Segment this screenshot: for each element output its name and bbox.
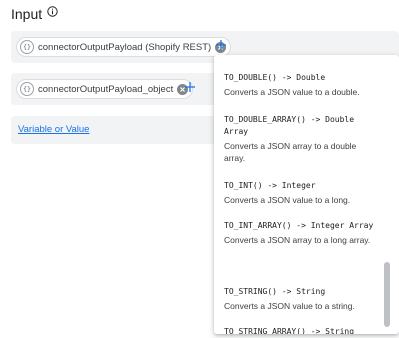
input-header: Input (11, 4, 58, 24)
input-panel: Input {} connectorOutputPayload (Shopify… (0, 0, 399, 338)
function-option-to-int[interactable]: TO_INT() -> Integer Converts a JSON valu… (224, 180, 374, 206)
variable-chip[interactable]: {} connectorOutputPayload_object (16, 79, 194, 99)
chip-label: connectorOutputPayload_object (38, 83, 174, 95)
function-dropdown[interactable]: TO_DOUBLE() -> Double Converts a JSON va… (214, 55, 399, 334)
variable-chip[interactable]: {} connectorOutputPayload (Shopify REST) (16, 37, 232, 57)
function-description: Converts a JSON array to a double array. (224, 141, 357, 163)
function-option-to-string-array[interactable]: TO_STRING_ARRAY() -> String (224, 326, 374, 334)
function-signature: TO_STRING() -> String (224, 287, 326, 296)
info-icon[interactable] (47, 5, 58, 17)
variable-or-value-link[interactable]: Variable or Value (18, 124, 89, 135)
add-function-icon[interactable] (183, 80, 197, 94)
function-option-to-double[interactable]: TO_DOUBLE() -> Double Converts a JSON va… (224, 72, 374, 98)
variable-icon: {} (20, 82, 34, 96)
function-signature: TO_DOUBLE() -> Double (224, 73, 326, 82)
function-option-to-int-array[interactable]: TO_INT_ARRAY() -> Integer Array Converts… (224, 220, 374, 246)
function-description: Converts a JSON value to a long. (224, 195, 351, 205)
function-option-to-double-array[interactable]: TO_DOUBLE_ARRAY() -> Double Array Conver… (224, 114, 374, 164)
function-description: Converts a JSON array to a long array. (224, 235, 371, 245)
function-option-to-string[interactable]: TO_STRING() -> String Converts a JSON va… (224, 286, 374, 312)
function-signature: TO_INT() -> Integer (224, 181, 316, 190)
function-signature: TO_INT_ARRAY() -> Integer Array (224, 221, 374, 230)
variable-icon: {} (20, 40, 34, 54)
function-description: Converts a JSON value to a string. (224, 301, 355, 311)
dropdown-scrollbar[interactable] (384, 262, 390, 327)
function-signature: TO_DOUBLE_ARRAY() -> Double Array (224, 115, 355, 136)
chip-label: connectorOutputPayload (Shopify REST) (38, 41, 212, 53)
add-function-icon[interactable] (214, 38, 228, 52)
function-signature: TO_STRING_ARRAY() -> String (224, 327, 355, 334)
input-title: Input (11, 6, 43, 22)
function-description: Converts a JSON value to a double. (224, 87, 360, 97)
